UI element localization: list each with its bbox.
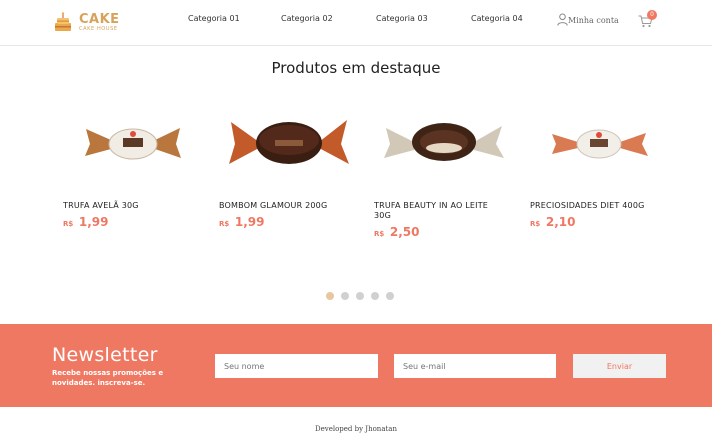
logo-text: CAKE	[79, 12, 120, 27]
product-price: R$ 2,50	[374, 221, 419, 240]
logo[interactable]: CAKE CAKE HOUSE	[52, 10, 122, 34]
footer-credit: Developed by Jhonatan	[314, 425, 397, 433]
product-name: TRUFA BEAUTY IN AO LEITE 30G	[374, 201, 489, 220]
price-value: 2,10	[545, 215, 576, 229]
nav-categoria-03[interactable]: Categoria 03	[376, 14, 428, 23]
product-price: R$ 2,10	[530, 211, 575, 230]
carousel-dot-4[interactable]	[371, 292, 379, 300]
carousel-dot-1[interactable]	[326, 292, 334, 300]
nav-categoria-01[interactable]: Categoria 01	[188, 14, 240, 23]
newsletter-title: Newsletter	[52, 344, 158, 366]
price-currency: R$	[63, 220, 74, 228]
email-input[interactable]	[394, 354, 556, 378]
section-title: Produtos em destaque	[271, 59, 441, 77]
header: CAKE CAKE HOUSE Categoria 01 Categoria 0…	[0, 0, 712, 46]
product-image	[229, 120, 349, 164]
price-value: 1,99	[78, 215, 109, 229]
account-label: Minha conta	[568, 16, 619, 25]
newsletter-subtitle: Recebe nossas promoções e novidades. ins…	[52, 369, 164, 387]
name-input[interactable]	[215, 354, 378, 378]
carousel-dot-5[interactable]	[386, 292, 394, 300]
price-currency: R$	[530, 220, 541, 228]
product-name: TRUFA AVELÃ 30G	[63, 201, 139, 210]
newsletter-section: Newsletter Recebe nossas promoções e nov…	[0, 324, 712, 407]
nav-categoria-02[interactable]: Categoria 02	[281, 14, 333, 23]
carousel-dot-2[interactable]	[341, 292, 349, 300]
product-image	[85, 128, 181, 160]
price-currency: R$	[374, 230, 385, 238]
submit-button[interactable]: Enviar	[573, 354, 666, 378]
product-price: R$ 1,99	[219, 211, 264, 230]
price-value: 1,99	[234, 215, 265, 229]
cart-button[interactable]: 0	[638, 10, 660, 30]
nav-categoria-04[interactable]: Categoria 04	[471, 14, 523, 23]
carousel-dot-3[interactable]	[356, 292, 364, 300]
cake-logo-icon	[55, 12, 71, 31]
cart-count-badge: 0	[647, 10, 657, 20]
price-currency: R$	[219, 220, 230, 228]
product-price: R$ 1,99	[63, 211, 108, 230]
product-image	[552, 129, 648, 159]
product-image	[384, 123, 504, 161]
logo-subtitle: CAKE HOUSE	[79, 26, 118, 32]
product-name: BOMBOM GLAMOUR 200G	[219, 201, 328, 210]
price-value: 2,50	[389, 225, 420, 239]
user-icon	[557, 13, 568, 26]
product-name: PRECIOSIDADES DIET 400G	[530, 201, 645, 210]
